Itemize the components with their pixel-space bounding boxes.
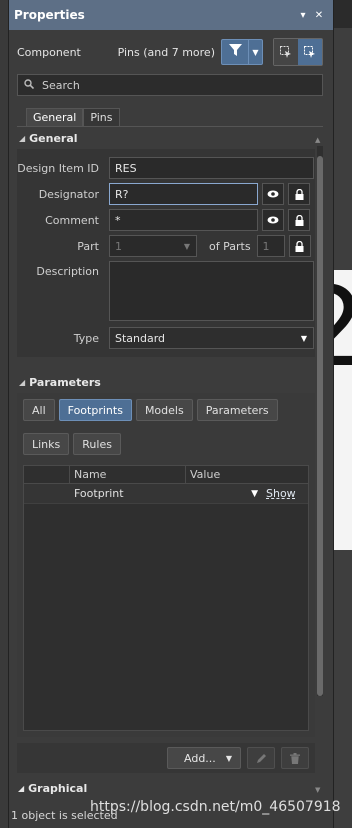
collapse-triangle-icon: ◢: [18, 783, 25, 793]
chevron-down-icon[interactable]: ▼: [248, 40, 262, 64]
lock-icon[interactable]: [288, 183, 310, 205]
filter-all-button[interactable]: All: [23, 399, 55, 421]
eye-icon[interactable]: [262, 183, 284, 205]
scrollbar-thumb[interactable]: [317, 156, 323, 696]
tab-bar: General Pins: [26, 108, 333, 126]
row-value-dropdown[interactable]: ▼: [186, 489, 262, 499]
collapse-triangle-icon: ◢: [19, 133, 26, 143]
search-icon: [24, 78, 35, 92]
filter-footprints-button[interactable]: Footprints: [58, 399, 132, 421]
general-header-label: General: [29, 131, 78, 145]
design-item-id-field[interactable]: RES: [109, 157, 314, 179]
close-icon[interactable]: ✕: [311, 10, 327, 21]
collapse-triangle-icon: ◢: [19, 377, 26, 387]
comment-row: Comment *: [17, 207, 315, 233]
comment-label: Comment: [45, 213, 99, 227]
general-section: Design Item ID RES Designator R? Comment…: [17, 149, 315, 357]
of-parts-label: of Parts: [209, 239, 251, 253]
add-label: Add...: [184, 751, 216, 765]
filter-models-button[interactable]: Models: [135, 399, 193, 421]
general-section-header[interactable]: ◢ General: [9, 127, 333, 149]
chevron-down-icon: ▼: [300, 333, 307, 343]
properties-panel: Properties ▾ ✕ Component Pins (and 7 mor…: [8, 0, 334, 828]
description-row: Description: [17, 259, 315, 325]
lock-icon[interactable]: [288, 209, 310, 231]
filter-summary: Pins (and 7 more): [117, 45, 215, 59]
component-label: Component: [17, 45, 81, 59]
panel-scrollbar[interactable]: [317, 146, 323, 696]
scroll-up-arrow-icon[interactable]: ▲: [315, 136, 320, 144]
row-name: Footprint: [74, 487, 124, 500]
graphical-section-header[interactable]: ◢ Graphical: [8, 778, 334, 798]
select-in-area-icon[interactable]: [274, 39, 298, 65]
watermark: https://blog.csdn.net/m0_46507918: [90, 799, 341, 815]
eye-icon[interactable]: [262, 209, 284, 231]
design-item-id-label: Design Item ID: [17, 161, 99, 175]
designator-row: Designator R?: [17, 181, 315, 207]
search-input[interactable]: Search: [17, 74, 323, 96]
filter-links-button[interactable]: Links: [23, 433, 70, 455]
designator-label: Designator: [38, 187, 99, 201]
parameter-filter-buttons: All Footprints Models Parameters Links R…: [23, 399, 309, 455]
chevron-down-icon: ▼: [251, 488, 258, 499]
parameters-toolbar: Add... ▼: [17, 743, 315, 773]
show-link[interactable]: Show: [262, 487, 296, 500]
panel-titlebar[interactable]: Properties ▾ ✕: [9, 0, 333, 30]
filter-icon: [222, 44, 248, 60]
trash-icon[interactable]: [281, 747, 309, 769]
description-field[interactable]: [109, 261, 314, 321]
description-label: Description: [36, 265, 99, 278]
tab-general[interactable]: General: [26, 108, 84, 126]
design-item-id-row: Design Item ID RES: [17, 155, 315, 181]
type-row: Type Standard ▼: [17, 325, 315, 351]
column-header-name[interactable]: Name: [70, 466, 186, 483]
selection-mode-group: [273, 38, 323, 66]
part-select[interactable]: 1 ▼: [109, 235, 197, 257]
parameters-header-label: Parameters: [29, 375, 101, 389]
part-label: Part: [77, 239, 99, 253]
comment-field[interactable]: *: [109, 209, 258, 231]
select-cursor-icon[interactable]: [298, 39, 322, 65]
parameters-table: Name Value Footprint ▼ Show: [23, 465, 309, 731]
part-row: Part 1 ▼ of Parts 1: [17, 233, 315, 259]
tab-pins[interactable]: Pins: [83, 108, 120, 126]
part-value: 1: [115, 239, 122, 253]
lock-icon[interactable]: [288, 235, 311, 257]
component-row: Component Pins (and 7 more) ▼: [9, 30, 333, 74]
table-header-spacer: [24, 466, 70, 483]
designator-field[interactable]: R?: [109, 183, 258, 205]
graphical-header-label: Graphical: [28, 781, 88, 795]
filter-rules-button[interactable]: Rules: [73, 433, 121, 455]
type-select[interactable]: Standard ▼: [109, 327, 314, 349]
type-label: Type: [73, 331, 99, 345]
filter-parameters-button[interactable]: Parameters: [196, 399, 278, 421]
parameters-section-header[interactable]: ◢ Parameters: [9, 371, 333, 393]
parts-count-field: 1: [256, 235, 285, 257]
table-row[interactable]: Footprint ▼ Show: [24, 484, 308, 504]
filter-button[interactable]: ▼: [221, 39, 263, 65]
add-button[interactable]: Add... ▼: [167, 747, 241, 769]
panel-title: Properties: [14, 8, 85, 22]
edit-pencil-icon[interactable]: [247, 747, 275, 769]
column-header-value[interactable]: Value: [186, 466, 308, 483]
type-value: Standard: [115, 331, 166, 345]
chevron-down-icon: ▼: [183, 241, 190, 251]
background-app-left-edge: [0, 0, 8, 828]
parameters-section: All Footprints Models Parameters Links R…: [17, 393, 315, 737]
table-header: Name Value: [24, 466, 308, 484]
pin-icon[interactable]: ▾: [295, 10, 311, 21]
search-placeholder: Search: [42, 78, 80, 92]
chevron-down-icon: ▼: [225, 753, 232, 763]
